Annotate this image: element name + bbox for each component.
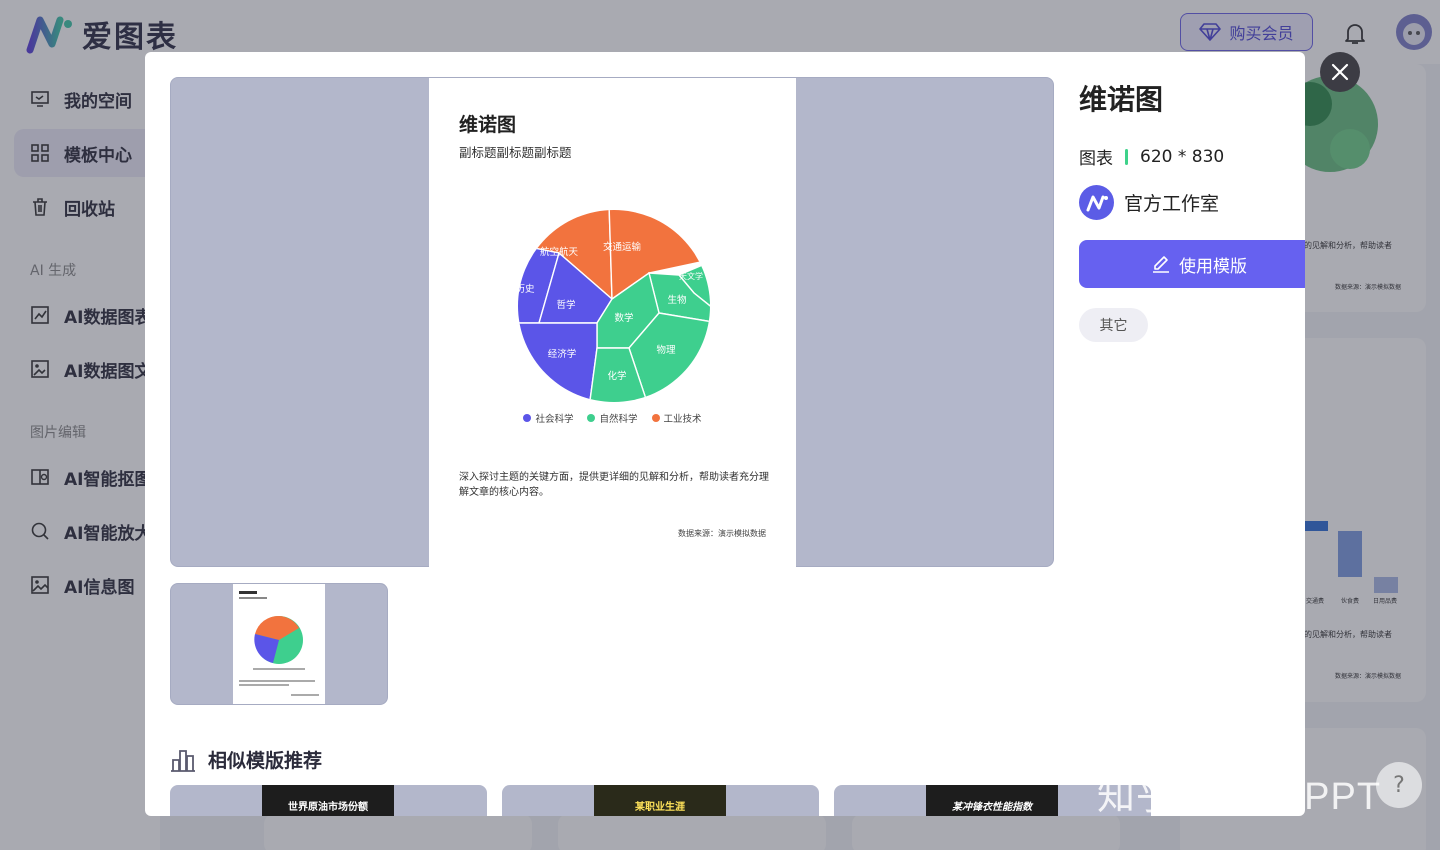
cell-label: 历史 bbox=[515, 283, 535, 295]
similar-card-title: 某冲锋衣性能指数 bbox=[926, 785, 1058, 816]
cell-label: 交通运输 bbox=[603, 241, 642, 253]
template-meta: 图表 620 * 830 bbox=[1079, 144, 1225, 170]
chart-legend: 社会科学 自然科学 工业技术 bbox=[429, 411, 796, 425]
voronoi-chart: 航空航天 交通运输 天文学 历史 哲学 生物 数学 物理 经济学 化学 bbox=[515, 210, 710, 402]
preview-page: 维诺图 副标题副标题副标题 航空航天 交通运输 天文学 历史 哲学 生物 数学 … bbox=[429, 78, 796, 568]
preview-description: 深入探讨主题的关键方面，提供更详细的见解和分析，帮助读者充分理解文章的核心内容。 bbox=[459, 472, 769, 498]
cell-label: 数学 bbox=[614, 312, 633, 324]
template-detail-modal: 维诺图 副标题副标题副标题 航空航天 交通运输 天文学 历史 哲学 生物 数学 … bbox=[145, 52, 1305, 816]
legend-dot bbox=[523, 414, 532, 422]
author-name: 官方工作室 bbox=[1124, 193, 1220, 215]
edit-icon bbox=[1153, 256, 1169, 273]
help-button[interactable]: ? bbox=[1376, 762, 1422, 808]
similar-template-card[interactable]: 某职业生涯 bbox=[502, 785, 819, 816]
author-avatar bbox=[1079, 185, 1114, 220]
legend-dot bbox=[587, 414, 596, 422]
template-size: 620 * 830 bbox=[1140, 146, 1225, 167]
cell-label: 经济学 bbox=[548, 348, 577, 360]
template-author[interactable]: 官方工作室 bbox=[1079, 185, 1219, 220]
close-icon bbox=[1331, 63, 1349, 81]
legend-label: 社会科学 bbox=[535, 414, 574, 425]
legend-item: 社会科学 bbox=[523, 411, 573, 425]
thumbnail-chart-icon bbox=[239, 591, 319, 696]
use-template-label: 使用模版 bbox=[1179, 256, 1247, 277]
logo-mark-icon bbox=[1086, 195, 1108, 211]
meta-divider bbox=[1125, 148, 1128, 165]
cell-label: 航空航天 bbox=[540, 246, 579, 258]
similar-card-title: 某职业生涯 bbox=[594, 785, 726, 816]
similar-templates-title: 相似模版推荐 bbox=[208, 750, 323, 772]
preview-source: 数据来源：演示模拟数据 bbox=[678, 529, 766, 538]
watermark-text: 知乎 @小软PPT bbox=[1097, 776, 1382, 818]
cell-label: 天文学 bbox=[679, 271, 703, 281]
cell-label: 哲学 bbox=[556, 299, 575, 311]
legend-item: 自然科学 bbox=[587, 411, 638, 425]
page-thumbnail[interactable] bbox=[170, 583, 388, 705]
similar-card-title: 世界原油市场份额 bbox=[262, 785, 394, 816]
legend-label: 自然科学 bbox=[599, 414, 638, 425]
similar-templates-heading: 相似模版推荐 bbox=[170, 746, 322, 773]
close-modal-button[interactable] bbox=[1320, 52, 1360, 92]
template-title: 维诺图 bbox=[1079, 83, 1164, 116]
legend-dot bbox=[651, 414, 660, 422]
cell-label: 物理 bbox=[656, 344, 676, 356]
cell-label: 生物 bbox=[667, 294, 687, 306]
template-category: 图表 bbox=[1079, 149, 1113, 169]
cell-label: 化学 bbox=[607, 370, 626, 382]
similar-template-card[interactable]: 世界原油市场份额 bbox=[170, 785, 487, 816]
thumbnail-page bbox=[233, 584, 325, 704]
template-preview: 维诺图 副标题副标题副标题 航空航天 交通运输 天文学 历史 哲学 生物 数学 … bbox=[170, 77, 1054, 568]
preview-title: 维诺图 bbox=[459, 114, 517, 136]
legend-label: 工业技术 bbox=[663, 414, 702, 425]
category-tag[interactable]: 其它 bbox=[1079, 308, 1148, 342]
preview-subtitle: 副标题副标题副标题 bbox=[459, 145, 572, 160]
legend-item: 工业技术 bbox=[651, 411, 702, 425]
bar-chart-icon bbox=[171, 749, 195, 772]
use-template-button[interactable]: 使用模版 bbox=[1079, 240, 1305, 288]
cell-economics bbox=[518, 322, 598, 402]
